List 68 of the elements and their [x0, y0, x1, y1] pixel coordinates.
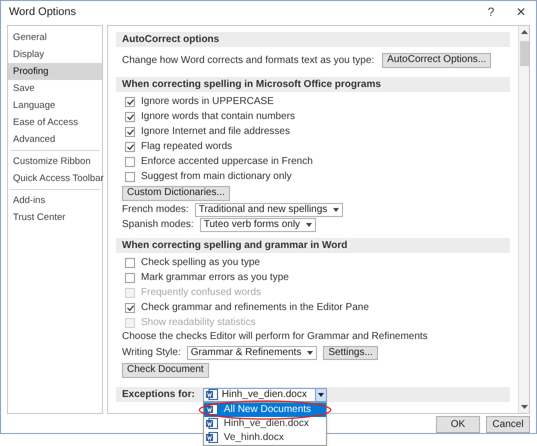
sidebar-item[interactable]: Add-ins	[8, 192, 102, 209]
document-icon	[206, 389, 218, 400]
checkbox-label: Show readability statistics	[141, 316, 256, 330]
sidebar-item[interactable]: Quick Access Toolbar	[8, 170, 102, 187]
section-title: When correcting spelling in Microsoft Office programs	[122, 78, 381, 92]
dropdown-option[interactable]: All New Documents	[204, 402, 326, 416]
push-button[interactable]: Cancel	[486, 416, 530, 433]
checkbox[interactable]	[125, 272, 135, 282]
document-icon	[206, 432, 218, 443]
checkbox-label: Ignore Internet and file addresses	[141, 125, 290, 139]
scroll-down-icon[interactable]	[520, 404, 528, 410]
close-button[interactable]: ✕	[506, 3, 536, 21]
sidebar-item[interactable]: Advanced	[8, 131, 102, 148]
dropdown-option[interactable]: Hinh_ve_dien.docx	[204, 416, 326, 430]
checkbox[interactable]	[125, 172, 135, 182]
document-icon	[206, 404, 218, 415]
sidebar-item[interactable]: Save	[8, 80, 102, 97]
push-button[interactable]: Settings...	[323, 346, 378, 360]
sidebar-item[interactable]: Language	[8, 97, 102, 114]
field-label: Spanish modes:	[122, 218, 194, 232]
dropdown-arrow-icon	[333, 208, 340, 212]
description-text: Choose the checks Editor will perform for Grammar and Refinements	[122, 330, 429, 344]
dropdown[interactable]: Traditional and new spellings	[194, 202, 344, 216]
field-label: Writing Style:	[122, 346, 181, 360]
description-text: Change how Word corrects and formats text as you type:	[122, 54, 374, 68]
dropdown-arrow-icon	[307, 350, 314, 354]
checkbox-label: Enforce accented uppercase in French	[141, 155, 313, 169]
window-title: Word Options	[9, 4, 76, 20]
help-button[interactable]: ?	[476, 3, 506, 21]
scrollbar[interactable]	[518, 26, 529, 413]
dropdown[interactable]: Hinh_ve_dien.docx	[202, 388, 327, 402]
sidebar-item[interactable]: Customize Ribbon	[8, 153, 102, 170]
dropdown-arrow-icon	[318, 392, 324, 396]
checkbox-label: Flag repeated words	[141, 140, 232, 154]
checkbox-label: Check grammar and refinements in the Editor Pane	[141, 301, 369, 315]
dropdown[interactable]: Tuteo verb forms only	[200, 218, 316, 232]
dropdown-option[interactable]: Ve_hinh.docx	[204, 430, 326, 444]
checkbox[interactable]	[125, 96, 135, 106]
checkbox-label: Check spelling as you type	[141, 256, 260, 270]
checkbox[interactable]	[125, 156, 135, 166]
scrollbar-thumb[interactable]	[520, 41, 528, 66]
checkbox[interactable]	[125, 126, 135, 136]
sidebar-item[interactable]: General	[8, 29, 102, 46]
checkbox-label: Ignore words that contain numbers	[141, 110, 295, 124]
checkbox[interactable]	[125, 258, 135, 268]
sidebar-item[interactable]: Trust Center	[8, 209, 102, 226]
section-title: Exceptions for:	[122, 388, 195, 402]
dropdown-arrow-icon	[306, 222, 312, 226]
sidebar-item[interactable]: Ease of Access	[8, 114, 102, 131]
section-title: AutoCorrect options	[122, 33, 220, 47]
push-button[interactable]: AutoCorrect Options...	[382, 52, 492, 68]
checkbox[interactable]	[125, 142, 135, 152]
push-button[interactable]: Check Document	[122, 362, 209, 378]
checkbox-label: Suggest from main dictionary only	[141, 170, 292, 184]
checkbox-label: Mark grammar errors as you type	[141, 271, 289, 285]
dropdown[interactable]: Grammar & Refinements	[186, 346, 318, 360]
push-button[interactable]: OK	[436, 416, 480, 433]
section-title: When correcting spelling and grammar in Word	[122, 239, 348, 253]
checkbox-label: Ignore words in UPPERCASE	[141, 95, 274, 109]
sidebar-item[interactable]: Display	[8, 46, 102, 63]
field-label: French modes:	[122, 203, 189, 217]
push-button[interactable]: Custom Dictionaries...	[122, 186, 230, 200]
scroll-up-icon[interactable]	[520, 29, 528, 35]
checkbox[interactable]	[125, 112, 135, 122]
checkbox-label: Frequently confused words	[141, 286, 262, 300]
sidebar-item[interactable]: Proofing	[8, 63, 102, 80]
checkbox[interactable]	[125, 302, 135, 312]
document-icon	[206, 418, 218, 429]
